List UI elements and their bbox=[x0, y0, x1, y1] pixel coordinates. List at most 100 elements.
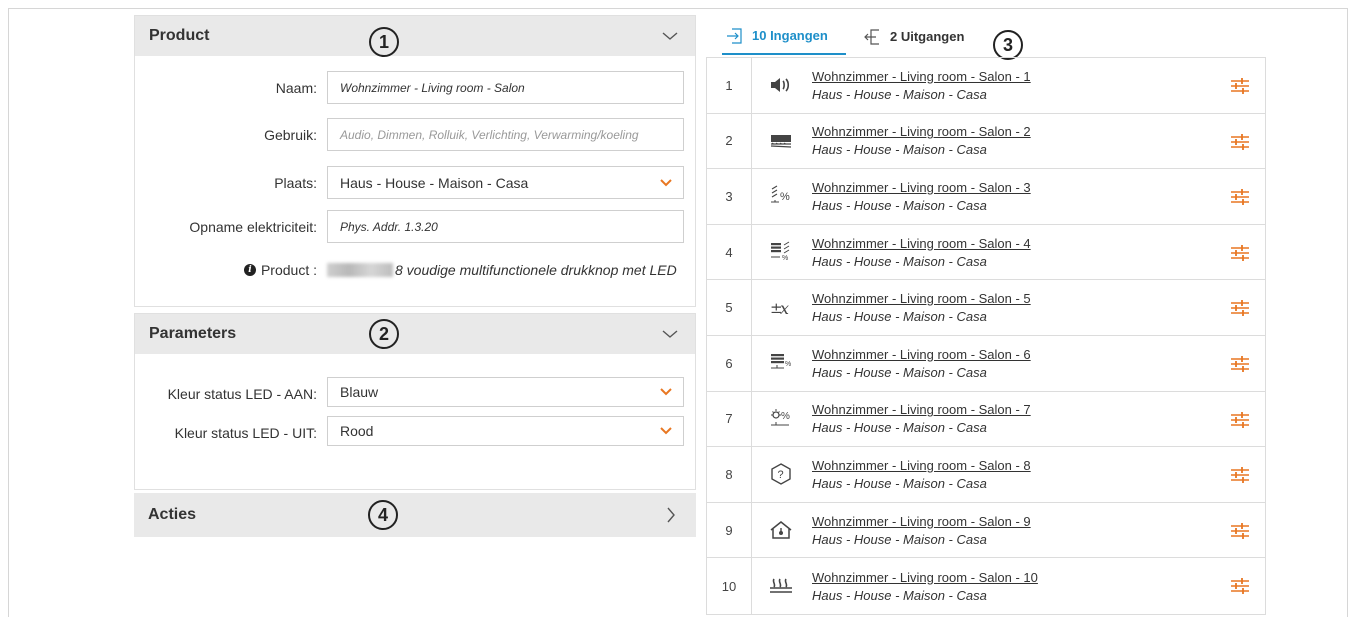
naam-row: Naam: Wohnzimmer - Living room - Salon bbox=[135, 71, 695, 105]
input-list-item: 2 Wohnzimmer - Living room - Salon - 2 Hau… bbox=[707, 113, 1265, 170]
settings-sliders-icon[interactable] bbox=[1229, 186, 1251, 208]
chevron-right-icon[interactable] bbox=[662, 506, 680, 524]
input-icon-cell: % bbox=[752, 392, 810, 447]
acties-panel-title: Acties bbox=[148, 506, 197, 523]
chevron-down-icon bbox=[660, 427, 672, 435]
tab-inputs[interactable]: 10 Ingangen bbox=[722, 18, 846, 55]
input-texts: Wohnzimmer - Living room - Salon - 10 Hau… bbox=[810, 570, 1265, 603]
input-number: 4 bbox=[707, 224, 752, 280]
shutter-percent-icon: % bbox=[771, 241, 790, 262]
input-location: Haus - House - Maison - Casa bbox=[812, 197, 987, 213]
input-name-link[interactable]: Wohnzimmer - Living room - Salon - 2 bbox=[812, 124, 1265, 139]
opname-label: Opname elektriciteit: bbox=[189, 219, 317, 235]
product-info-value-wrap: 8 voudige multifunctionele drukknop met … bbox=[327, 262, 677, 278]
input-texts: Wohnzimmer - Living room - Salon - 7 Haus… bbox=[810, 402, 1265, 435]
settings-sliders-icon[interactable] bbox=[1229, 464, 1251, 486]
svg-text:x: x bbox=[780, 299, 789, 318]
input-list-item: 7% Wohnzimmer - Living room - Salon - 7 Ha… bbox=[707, 391, 1265, 448]
acties-panel: Acties 4 bbox=[134, 493, 696, 537]
chevron-down-icon bbox=[660, 179, 672, 187]
question-icon: ? bbox=[771, 463, 791, 486]
parameters-panel-title: Parameters bbox=[149, 325, 237, 342]
settings-sliders-icon[interactable] bbox=[1229, 297, 1251, 319]
input-name-link[interactable]: Wohnzimmer - Living room - Salon - 3 bbox=[812, 180, 1265, 195]
product-panel-title: Product bbox=[149, 27, 210, 44]
callout-badge-2: 2 bbox=[369, 319, 399, 349]
opname-field[interactable]: Phys. Addr. 1.3.20 bbox=[327, 210, 684, 243]
input-name-link[interactable]: Wohnzimmer - Living room - Salon - 9 bbox=[812, 514, 1265, 529]
led-on-select[interactable]: Blauw bbox=[327, 377, 684, 407]
heating-icon bbox=[770, 578, 792, 593]
led-on-value: Blauw bbox=[340, 384, 379, 400]
chevron-down-icon bbox=[660, 388, 672, 396]
naam-field[interactable]: Wohnzimmer - Living room - Salon bbox=[327, 71, 684, 104]
input-name-link[interactable]: Wohnzimmer - Living room - Salon - 4 bbox=[812, 236, 1265, 251]
led-off-select[interactable]: Rood bbox=[327, 416, 684, 446]
product-panel-header[interactable]: Product 1 bbox=[135, 16, 695, 57]
input-texts: Wohnzimmer - Living room - Salon - 4 Haus… bbox=[810, 236, 1265, 269]
gebruik-field[interactable]: Audio, Dimmen, Rolluik, Verlichting, Ver… bbox=[327, 118, 684, 151]
input-location: Haus - House - Maison - Casa bbox=[812, 309, 987, 325]
input-texts: Wohnzimmer - Living room - Salon - 2 Haus… bbox=[810, 124, 1265, 157]
plaats-label: Plaats: bbox=[274, 175, 317, 191]
chevron-down-icon[interactable] bbox=[661, 27, 679, 45]
tab-outputs-label: 2 Uitgangen bbox=[890, 29, 965, 44]
led-off-label: Kleur status LED - UIT: bbox=[174, 425, 317, 441]
house-temperature-icon bbox=[770, 521, 792, 539]
settings-sliders-icon[interactable] bbox=[1229, 409, 1251, 431]
input-texts: Wohnzimmer - Living room - Salon - 5 Haus… bbox=[810, 291, 1265, 324]
input-name-link[interactable]: Wohnzimmer - Living room - Salon - 1 bbox=[812, 69, 1265, 84]
svg-text:?: ? bbox=[778, 469, 784, 481]
naam-label: Naam: bbox=[275, 80, 317, 96]
chevron-down-icon[interactable] bbox=[661, 325, 679, 343]
input-list-item: 4% Wohnzimmer - Living room - Salon - 4 Ha… bbox=[707, 224, 1265, 281]
parameters-panel-header[interactable]: Parameters 2 bbox=[135, 314, 695, 354]
input-name-link[interactable]: Wohnzimmer - Living room - Salon - 6 bbox=[812, 347, 1265, 362]
input-icon-cell: % bbox=[752, 336, 810, 391]
svg-text:%: % bbox=[785, 361, 791, 368]
product-info-label-wrap: i Product : bbox=[243, 262, 317, 278]
dimmer-percent-icon: % bbox=[771, 408, 790, 426]
input-list-item: 5 ± x Wohnzimmer - Living room - Salon - 5 H… bbox=[707, 280, 1265, 336]
input-list-item: 1 Wohnzimmer - Living room - Salon - 1 Hau… bbox=[707, 58, 1265, 114]
input-location: Haus - House - Maison - Casa bbox=[812, 587, 987, 603]
input-list-item: 10 Wohnzimmer - Living room - Salon - 10 H… bbox=[707, 558, 1265, 614]
callout-badge-4: 4 bbox=[368, 500, 398, 530]
input-location: Haus - House - Maison - Casa bbox=[812, 531, 987, 547]
input-number: 3 bbox=[707, 169, 752, 224]
inputs-list: 1 Wohnzimmer - Living room - Salon - 1 Hau… bbox=[706, 57, 1266, 615]
led-off-value: Rood bbox=[340, 423, 374, 439]
input-name-link[interactable]: Wohnzimmer - Living room - Salon - 8 bbox=[812, 458, 1265, 473]
input-name-link[interactable]: Wohnzimmer - Living room - Salon - 5 bbox=[812, 291, 1265, 306]
input-icon-cell bbox=[752, 503, 810, 558]
settings-sliders-icon[interactable] bbox=[1229, 75, 1251, 97]
plaats-row: Plaats: Haus - House - Maison - Casa bbox=[135, 166, 695, 200]
input-name-link[interactable]: Wohnzimmer - Living room - Salon - 7 bbox=[812, 402, 1265, 417]
led-on-label: Kleur status LED - AAN: bbox=[167, 386, 317, 402]
input-name-link[interactable]: Wohnzimmer - Living room - Salon - 10 bbox=[812, 570, 1265, 585]
input-number: 9 bbox=[707, 502, 752, 558]
opname-row: Opname elektriciteit: Phys. Addr. 1.3.20 bbox=[135, 210, 695, 244]
info-icon: i bbox=[243, 264, 256, 276]
input-icon-cell: ± x bbox=[752, 280, 810, 335]
settings-sliders-icon[interactable] bbox=[1229, 520, 1251, 542]
plaats-select-value: Haus - House - Maison - Casa bbox=[340, 174, 529, 191]
input-arrow-icon bbox=[727, 27, 742, 44]
plaats-select[interactable]: Haus - House - Maison - Casa bbox=[327, 166, 684, 199]
settings-sliders-icon[interactable] bbox=[1229, 575, 1251, 597]
acties-panel-header[interactable]: Acties 4 bbox=[134, 493, 696, 537]
input-number: 2 bbox=[707, 113, 752, 169]
settings-sliders-icon[interactable] bbox=[1229, 131, 1251, 153]
output-arrow-icon bbox=[864, 28, 879, 45]
svg-text:%: % bbox=[781, 411, 790, 422]
blind-percent-icon: % bbox=[771, 186, 790, 203]
input-location: Haus - House - Maison - Casa bbox=[812, 253, 987, 269]
tab-outputs[interactable]: 2 Uitgangen bbox=[864, 18, 994, 55]
input-icon-cell bbox=[752, 558, 810, 614]
settings-sliders-icon[interactable] bbox=[1229, 353, 1251, 375]
settings-sliders-icon[interactable] bbox=[1229, 242, 1251, 264]
led-on-row: Kleur status LED - AAN: Blauw bbox=[135, 377, 695, 411]
led-off-row: Kleur status LED - UIT: Rood bbox=[135, 416, 695, 450]
input-location: Haus - House - Maison - Casa bbox=[812, 364, 987, 380]
input-number: 7 bbox=[707, 391, 752, 447]
